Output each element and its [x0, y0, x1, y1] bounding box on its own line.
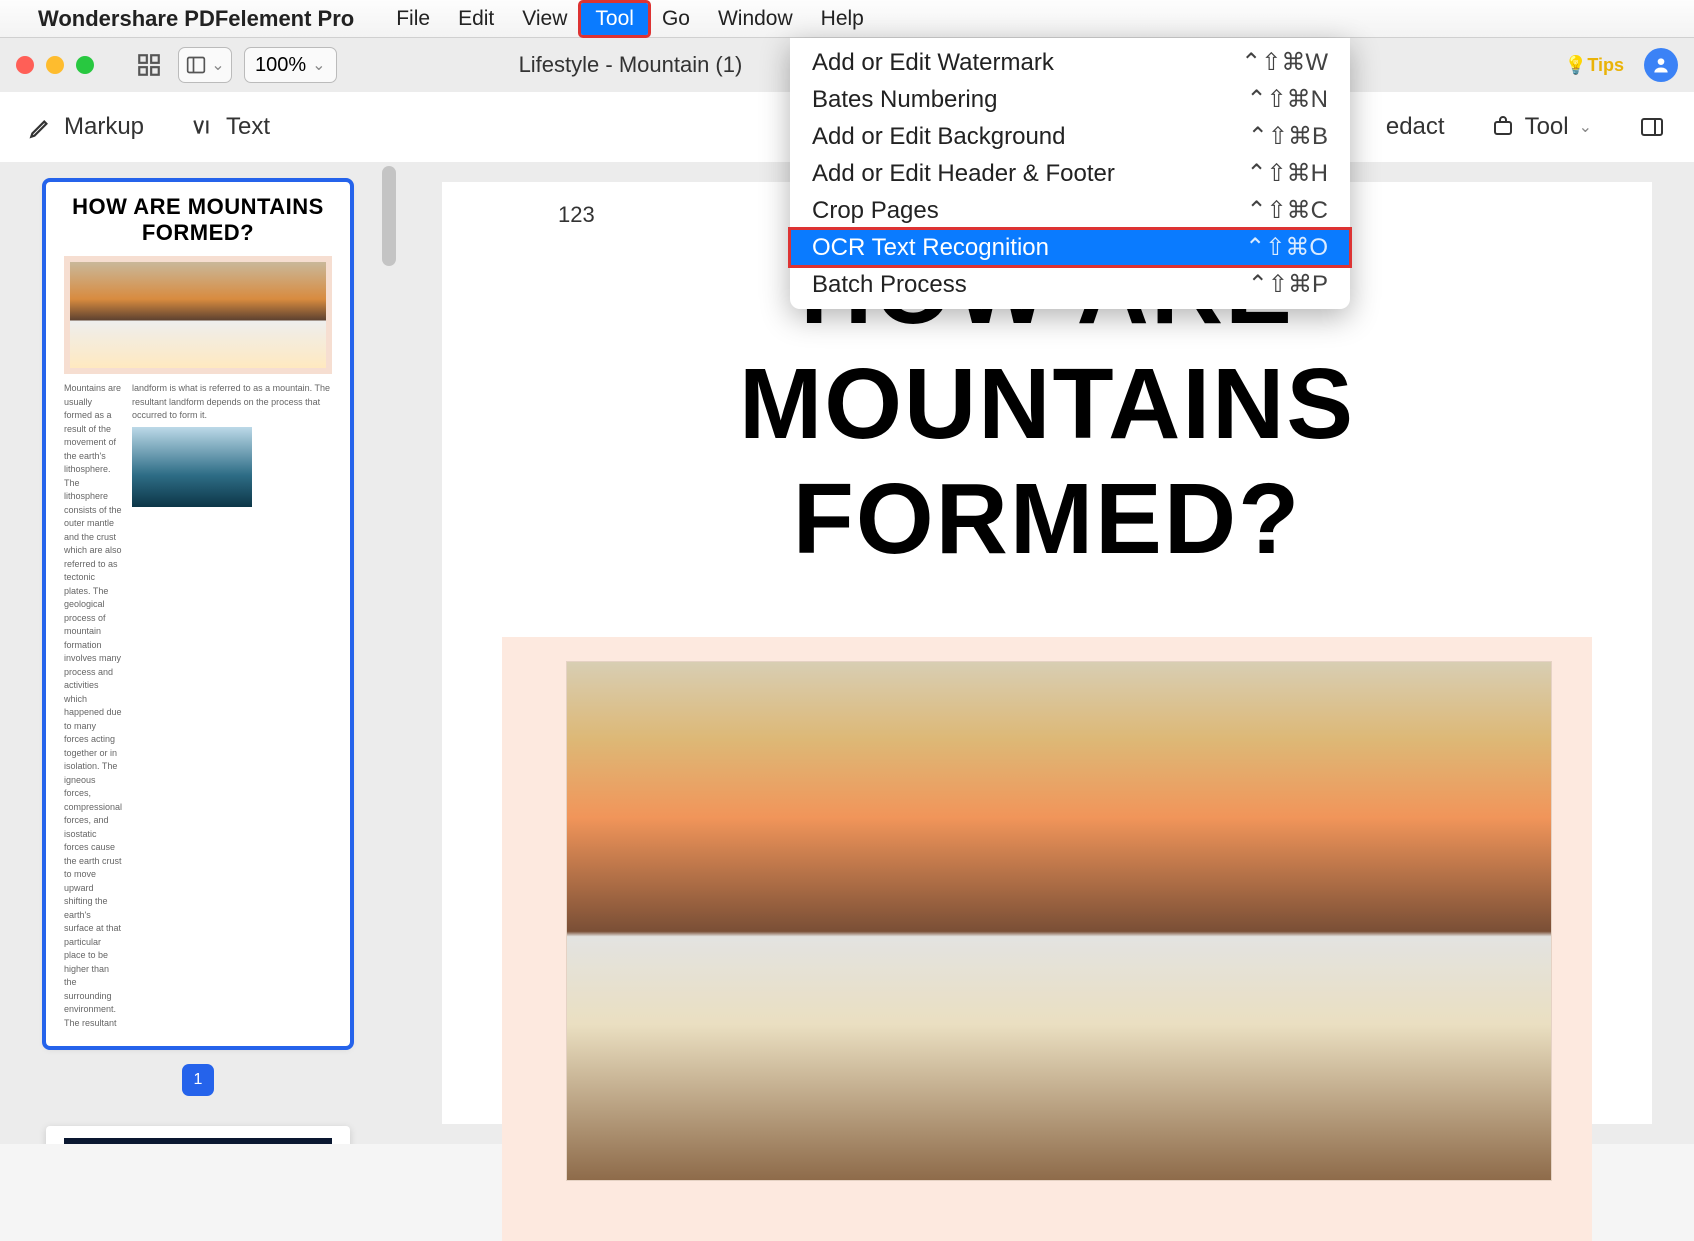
- dd-batch[interactable]: Batch Process ⌃⇧⌘P: [790, 266, 1350, 303]
- hero-image: [566, 661, 1552, 1181]
- menu-help[interactable]: Help: [807, 3, 878, 35]
- document-area: 123 HOW ARE MOUNTAINS FORMED?: [400, 162, 1694, 1144]
- close-icon[interactable]: [16, 56, 34, 74]
- menu-window[interactable]: Window: [704, 3, 807, 35]
- minimize-icon[interactable]: [46, 56, 64, 74]
- dd-shortcut: ⌃⇧⌘B: [1248, 122, 1328, 151]
- markup-button[interactable]: Markup: [28, 113, 144, 141]
- chevron-down-icon: ⌄: [211, 55, 224, 75]
- dd-ocr[interactable]: OCR Text Recognition ⌃⇧⌘O: [790, 229, 1350, 266]
- menu-tool[interactable]: Tool: [581, 3, 648, 35]
- dd-headerfooter[interactable]: Add or Edit Header & Footer ⌃⇧⌘H: [790, 155, 1350, 192]
- dd-label: Bates Numbering: [812, 86, 997, 114]
- thumb1-left-text: Mountains are usually formed as a result…: [64, 382, 122, 1030]
- body: HOW ARE MOUNTAINS FORMED? Mountains are …: [0, 162, 1694, 1144]
- tips-logo: 💡Tips: [1565, 55, 1624, 76]
- thumbnail-page-1[interactable]: HOW ARE MOUNTAINS FORMED? Mountains are …: [46, 182, 350, 1046]
- tool-label: Tool: [1525, 113, 1569, 141]
- thumb1-lake-image: [132, 427, 252, 507]
- grid-icon[interactable]: [132, 48, 166, 82]
- thumbnail-page-2[interactable]: TYPE OF MOUNTAINS AND HOW ARE THEY FORME…: [46, 1126, 350, 1144]
- dd-label: OCR Text Recognition: [812, 234, 1049, 262]
- dd-label: Batch Process: [812, 271, 967, 299]
- menu-view[interactable]: View: [508, 3, 581, 35]
- layout-toggle[interactable]: ⌄: [178, 47, 232, 83]
- chevron-down-icon: ⌄: [1579, 117, 1592, 137]
- menu-go[interactable]: Go: [648, 3, 704, 35]
- dd-label: Add or Edit Header & Footer: [812, 160, 1115, 188]
- dd-shortcut: ⌃⇧⌘W: [1241, 48, 1328, 77]
- app-name: Wondershare PDFelement Pro: [38, 6, 354, 32]
- dd-label: Add or Edit Background: [812, 123, 1066, 151]
- traffic-lights: [16, 56, 94, 74]
- dd-background[interactable]: Add or Edit Background ⌃⇧⌘B: [790, 118, 1350, 155]
- zoom-value: 100%: [255, 54, 306, 77]
- dd-shortcut: ⌃⇧⌘N: [1246, 85, 1328, 114]
- redact-label: edact: [1386, 113, 1445, 141]
- dd-watermark[interactable]: Add or Edit Watermark ⌃⇧⌘W: [790, 44, 1350, 81]
- tips-text: Tips: [1587, 55, 1624, 75]
- dd-label: Add or Edit Watermark: [812, 49, 1054, 77]
- dd-bates[interactable]: Bates Numbering ⌃⇧⌘N: [790, 81, 1350, 118]
- mac-menubar: Wondershare PDFelement Pro File Edit Vie…: [0, 0, 1694, 38]
- avatar[interactable]: [1644, 48, 1678, 82]
- dd-shortcut: ⌃⇧⌘O: [1245, 233, 1328, 262]
- thumb2-image: TYPE OF MOUNTAINS AND HOW ARE THEY FORME…: [64, 1138, 332, 1144]
- dd-crop[interactable]: Crop Pages ⌃⇧⌘C: [790, 192, 1350, 229]
- maximize-icon[interactable]: [76, 56, 94, 74]
- scrollbar[interactable]: [382, 166, 396, 266]
- menu-file[interactable]: File: [382, 3, 444, 35]
- thumb1-image: [64, 256, 332, 374]
- dd-label: Crop Pages: [812, 197, 939, 225]
- dd-shortcut: ⌃⇧⌘C: [1246, 196, 1328, 225]
- dd-shortcut: ⌃⇧⌘H: [1246, 159, 1328, 188]
- panel-toggle[interactable]: [1638, 115, 1666, 139]
- text-label: Text: [226, 113, 270, 141]
- redact-button[interactable]: edact: [1386, 113, 1445, 141]
- thumb1-right-text: landform is what is referred to as a mou…: [132, 382, 332, 423]
- tool-dropdown: Add or Edit Watermark ⌃⇧⌘W Bates Numberin…: [790, 38, 1350, 309]
- chevron-down-icon: ⌄: [312, 55, 325, 75]
- markup-label: Markup: [64, 113, 144, 141]
- zoom-selector[interactable]: 100% ⌄: [244, 47, 337, 83]
- page-canvas[interactable]: 123 HOW ARE MOUNTAINS FORMED?: [442, 182, 1652, 1124]
- menu-edit[interactable]: Edit: [444, 3, 508, 35]
- thumbnails-panel: HOW ARE MOUNTAINS FORMED? Mountains are …: [0, 162, 400, 1144]
- text-button[interactable]: Text: [190, 113, 270, 141]
- tool-button[interactable]: Tool ⌄: [1491, 113, 1592, 141]
- document-title: Lifestyle - Mountain (1): [519, 52, 743, 78]
- thumb1-heading: HOW ARE MOUNTAINS FORMED?: [64, 194, 332, 246]
- dd-shortcut: ⌃⇧⌘P: [1248, 270, 1328, 299]
- page-number-1[interactable]: 1: [182, 1064, 214, 1096]
- hero-frame: [502, 637, 1592, 1241]
